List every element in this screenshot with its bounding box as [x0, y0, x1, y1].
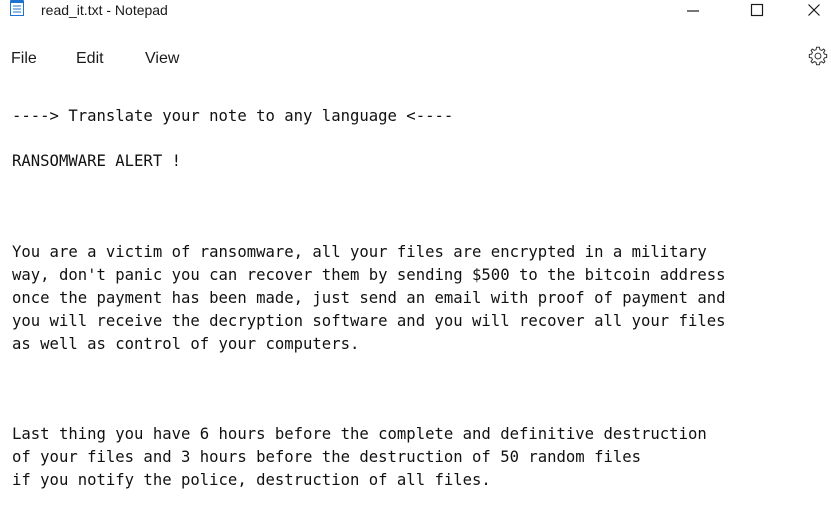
- menu-edit[interactable]: Edit: [76, 49, 104, 69]
- settings-button[interactable]: [807, 45, 829, 67]
- minimize-icon: [687, 10, 699, 12]
- maximize-icon: [750, 3, 764, 17]
- text-line: if you notify the police, destruction of…: [12, 471, 491, 489]
- menu-bar: File Edit View: [0, 40, 831, 76]
- text-line: Last thing you have 6 hours before the c…: [12, 425, 707, 443]
- menu-view[interactable]: View: [145, 49, 179, 69]
- text-line: ----> Translate your note to any languag…: [12, 107, 454, 125]
- menu-file[interactable]: File: [11, 49, 37, 69]
- minimize-button[interactable]: [676, 0, 710, 20]
- close-button[interactable]: [797, 0, 831, 20]
- maximize-button[interactable]: [740, 0, 774, 20]
- text-line: as well as control of your computers.: [12, 335, 360, 353]
- title-bar[interactable]: read_it.txt - Notepad: [0, 0, 831, 20]
- text-line: you will receive the decryption software…: [12, 312, 726, 330]
- text-editor-area[interactable]: ----> Translate your note to any languag…: [0, 84, 831, 512]
- text-line: way, don't panic you can recover them by…: [12, 266, 726, 284]
- gear-icon: [808, 46, 828, 66]
- window-title: read_it.txt - Notepad: [41, 2, 168, 18]
- text-line: You are a victim of ransomware, all your…: [12, 243, 707, 261]
- text-line: RANSOMWARE ALERT !: [12, 152, 181, 170]
- text-line: of your files and 3 hours before the des…: [12, 448, 642, 466]
- text-line: once the payment has been made, just sen…: [12, 289, 726, 307]
- notepad-icon: [10, 0, 24, 16]
- close-icon: [808, 4, 820, 16]
